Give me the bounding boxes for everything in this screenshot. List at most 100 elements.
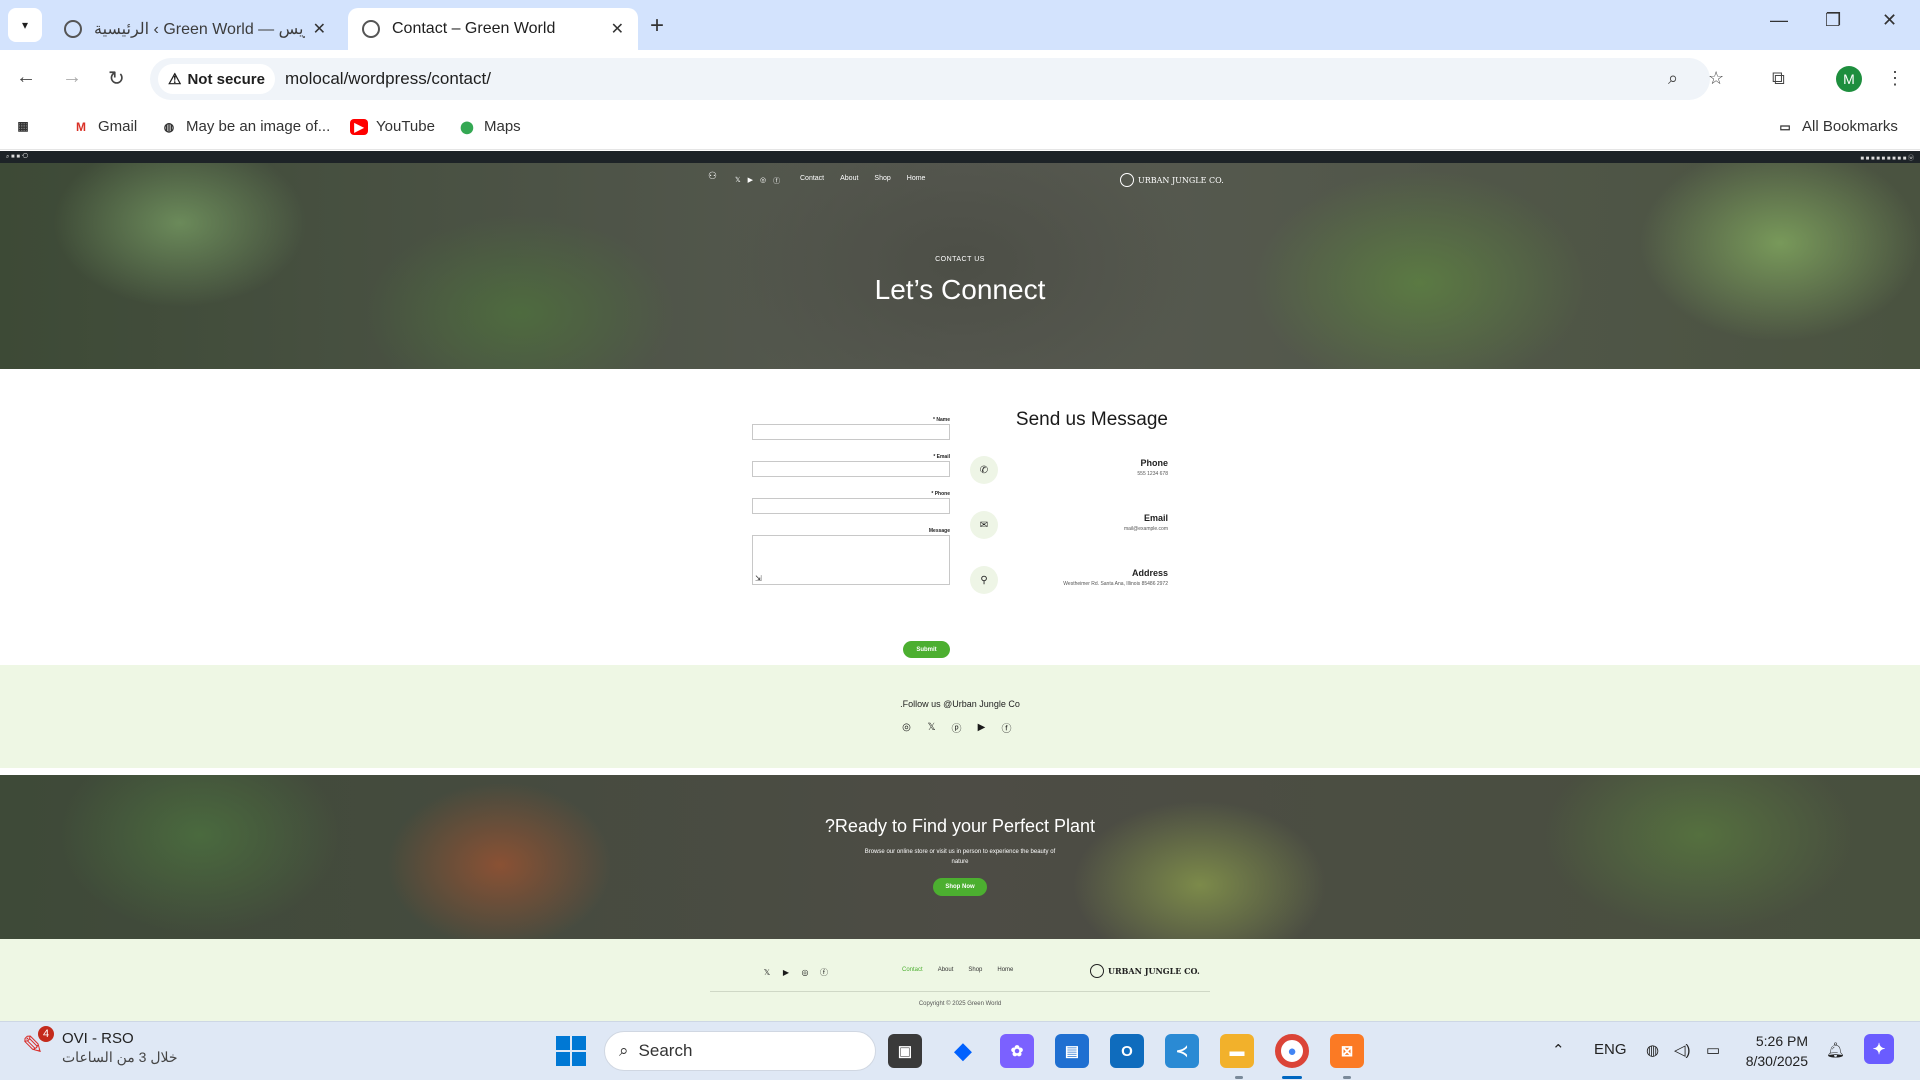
footer-nav: Contact About Shop Home	[902, 967, 1013, 973]
instagram-icon[interactable]: ◎	[760, 176, 766, 186]
instagram-icon[interactable]: ◎	[800, 967, 810, 977]
bell-icon[interactable]: 🔔︎	[1826, 1041, 1845, 1059]
back-icon[interactable]: ←	[16, 66, 36, 89]
security-label: Not secure	[187, 70, 265, 88]
facebook-icon[interactable]: ⓕ	[773, 176, 780, 186]
email-title: Email	[1143, 513, 1168, 523]
footer-link-about[interactable]: About	[938, 967, 954, 973]
bookmark-youtube[interactable]: ▶ YouTube	[350, 118, 435, 135]
bookmark-gmail[interactable]: M Gmail	[72, 118, 137, 135]
name-field[interactable]	[752, 424, 950, 440]
file-explorer-icon[interactable]: ▬	[1220, 1034, 1254, 1068]
menu-icon[interactable]: ⋮	[1886, 68, 1904, 89]
name-label: * Name	[933, 417, 950, 423]
nav-about[interactable]: About	[840, 175, 858, 182]
email-field[interactable]	[752, 461, 950, 477]
nav-shop[interactable]: Shop	[874, 175, 890, 182]
profile-avatar[interactable]: M	[1836, 66, 1862, 92]
close-tab-icon[interactable]: ✕	[611, 19, 624, 39]
security-chip[interactable]: ⚠ Not secure	[158, 64, 275, 94]
address-bar[interactable]: ⚠ Not secure molocal/wordpress/contact/ …	[150, 58, 1724, 100]
footer-link-shop[interactable]: Shop	[968, 967, 982, 973]
restore-icon[interactable]: ❐	[1825, 10, 1841, 31]
address-value: Westheimer Rd. Santa Ana, Illinois 85486…	[1063, 581, 1168, 587]
zoom-icon[interactable]: ⌕	[1668, 68, 1678, 89]
pinterest-icon[interactable]: ⓟ	[950, 721, 963, 735]
notification-subtitle: خلال 3 من الساعات	[62, 1049, 178, 1065]
tab-search-button[interactable]: ▾	[8, 8, 42, 42]
language-indicator[interactable]: ENG	[1594, 1041, 1627, 1058]
message-field[interactable]: ⇲	[752, 535, 950, 585]
email-label: * Email	[933, 454, 950, 460]
extensions-icon[interactable]: ⧉	[1772, 68, 1785, 89]
facebook-icon[interactable]: ⓕ	[1000, 721, 1013, 735]
taskbar-search[interactable]: ⌕ Search	[604, 1031, 876, 1071]
forward-icon[interactable]: →	[62, 66, 82, 89]
bookmark-maps[interactable]: ⬤ Maps	[458, 118, 520, 135]
star-icon[interactable]: ☆	[1708, 68, 1724, 89]
outlook-icon[interactable]: O	[1110, 1034, 1144, 1068]
nav-contact[interactable]: Contact	[800, 175, 824, 182]
contact-address: ⚲ Address Westheimer Rd. Santa Ana, Illi…	[968, 566, 1168, 596]
copilot-pre-icon[interactable]: ✦	[1864, 1034, 1894, 1064]
site-logo[interactable]: URBAN JUNGLE CO.	[1120, 173, 1224, 187]
tab-contact[interactable]: Contact – Green World ✕	[348, 8, 638, 50]
shop-now-button[interactable]: Shop Now	[933, 878, 987, 896]
notification-widget[interactable]: ✎ 4 OVI - RSO خلال 3 من الساعات	[22, 1026, 178, 1066]
chrome-running-indicator	[1282, 1076, 1302, 1079]
start-button[interactable]	[556, 1036, 586, 1066]
battery-icon[interactable]: ▭	[1706, 1041, 1720, 1059]
reload-icon[interactable]: ↻	[108, 66, 125, 91]
xampp-icon[interactable]: ⊠	[1330, 1034, 1364, 1068]
minimize-icon[interactable]: —	[1770, 10, 1788, 31]
nav-home[interactable]: Home	[907, 175, 926, 182]
cart-icon[interactable]: ⚇	[708, 171, 717, 182]
bookmark-image[interactable]: ◍ May be an image of...	[160, 118, 331, 135]
store-icon[interactable]: ▤	[1055, 1034, 1089, 1068]
x-icon[interactable]: 𝕏	[735, 176, 741, 186]
youtube-icon[interactable]: ▶	[975, 721, 988, 734]
submit-button[interactable]: Submit	[903, 641, 950, 658]
task-view-icon[interactable]: ▣	[888, 1034, 922, 1068]
phone-field[interactable]	[752, 498, 950, 514]
chrome-icon[interactable]: ●	[1275, 1034, 1309, 1068]
footer-logo[interactable]: URBAN JUNGLE CO.	[1090, 964, 1200, 978]
cta-title: ?Ready to Find your Perfect Plant	[824, 816, 1096, 836]
email-value: mail@example.com	[1124, 526, 1168, 532]
instagram-icon[interactable]: ◎	[900, 721, 913, 734]
tab-home[interactable]: الرئيسية ‹ Green World — ووردبريس ✕	[50, 8, 340, 50]
youtube-icon[interactable]: ▶	[781, 967, 791, 977]
youtube-icon[interactable]: ▶	[748, 176, 753, 186]
clock[interactable]: 5:26 PM 8/30/2025	[1744, 1031, 1808, 1071]
phone-icon: ✆	[970, 456, 998, 484]
date: 8/30/2025	[1745, 1053, 1808, 1069]
footer-link-contact[interactable]: Contact	[902, 967, 923, 973]
header-social-icons: 𝕏 ▶ ◎ ⓕ	[735, 176, 780, 186]
globe-icon: ◍	[163, 119, 175, 134]
dropbox-icon[interactable]: ◆	[946, 1034, 980, 1068]
search-icon: ⌕	[619, 1041, 629, 1060]
facebook-icon[interactable]: ⓕ	[819, 967, 829, 977]
url-text[interactable]: molocal/wordpress/contact/	[285, 69, 491, 89]
footer-link-home[interactable]: Home	[997, 967, 1013, 973]
show-hidden-icons[interactable]: ⌃	[1552, 1041, 1565, 1059]
phone-value: 555 1234 678	[1137, 471, 1168, 477]
header-nav: Contact About Shop Home	[800, 175, 925, 182]
all-bookmarks[interactable]: ▭ All Bookmarks	[1776, 118, 1898, 135]
copilot-icon[interactable]: ✿	[1000, 1034, 1034, 1068]
tab-title: الرئيسية ‹ Green World — ووردبريس	[94, 21, 305, 38]
apps-grid-icon[interactable]: ▦	[14, 118, 32, 134]
network-icon[interactable]: ◍	[1646, 1041, 1659, 1059]
x-icon[interactable]: 𝕏	[762, 967, 772, 977]
new-tab-button[interactable]: +	[650, 12, 664, 40]
admin-bar-left: ⌕ ■ ■ ⟲	[6, 153, 29, 160]
close-window-icon[interactable]: ✕	[1882, 10, 1897, 31]
x-icon[interactable]: 𝕏	[925, 721, 938, 734]
resize-handle-icon[interactable]: ⇲	[755, 574, 762, 583]
vscode-icon[interactable]: ≺	[1165, 1034, 1199, 1068]
close-tab-icon[interactable]: ✕	[313, 19, 326, 39]
volume-icon[interactable]: ◁)	[1674, 1041, 1691, 1059]
hero-eyebrow: CONTACT US	[935, 256, 985, 263]
wp-admin-bar: ⌕ ■ ■ ⟲ ■ ■ ■ ■ ■ ■ ■ ■ ■ ⓦ	[0, 151, 1920, 163]
notification-text: OVI - RSO خلال 3 من الساعات	[62, 1030, 178, 1066]
